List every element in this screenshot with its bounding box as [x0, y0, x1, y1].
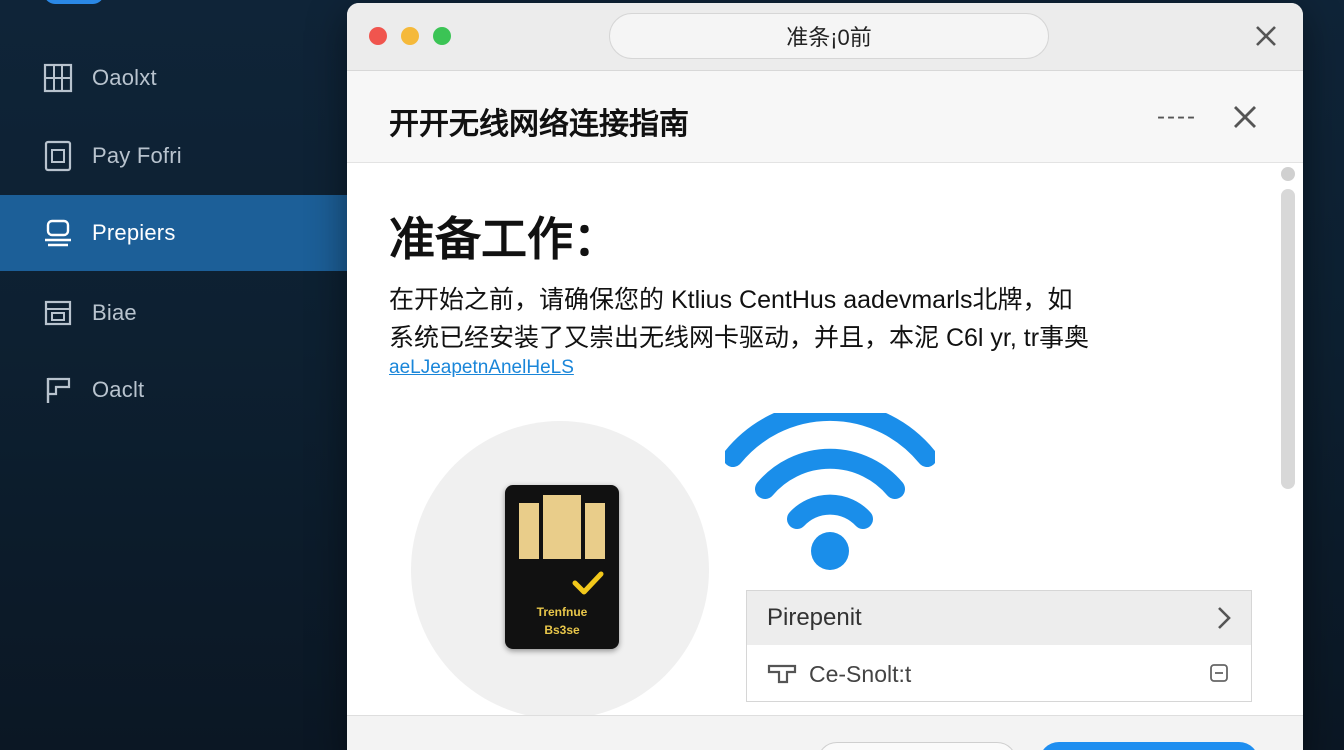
dialog-window: 准条¡0前 开开无线网络连接指南 ---- 准备工作： 在开始之前，请确保您的 … [347, 3, 1303, 750]
document-icon [40, 140, 76, 172]
info-icon [1210, 664, 1228, 682]
close-icon[interactable] [1249, 19, 1283, 53]
minimize-button[interactable]: ---- [1157, 103, 1197, 131]
dialog-close-icon[interactable] [1229, 101, 1261, 133]
sidebar-item-label: Prepiers [92, 220, 176, 245]
zoom-traffic-light[interactable] [433, 27, 451, 45]
section-heading: 准备工作： [389, 213, 619, 265]
sidebar-item-pay-fofri[interactable]: Pay Fofri [0, 118, 347, 194]
dialog-content: 准备工作： 在开始之前，请确保您的 Ktlius CentHus aadevma… [347, 163, 1303, 750]
card-contacts-icon [519, 495, 605, 559]
paragraph-line: 系统已经安装了又崇出无线网卡驱动，并且，本泥 C6l yr, tr事奥 [389, 324, 1090, 352]
sidebar-item-prepiers[interactable]: Prepiers [0, 195, 347, 271]
close-traffic-light[interactable] [369, 27, 387, 45]
secondary-button[interactable] [817, 742, 1017, 750]
dialog-title: 开开无线网络连接指南 [389, 108, 689, 141]
sidebar-item-oaolxt[interactable]: Oaolxt [0, 40, 347, 116]
card-label-line1: Trenfnue [536, 605, 588, 619]
wireless-card-illustration: Trenfnue Bs3se [505, 485, 619, 649]
grid-icon [40, 62, 76, 94]
connection-row[interactable]: Ce-Snolt:t [747, 647, 1251, 701]
card-label-line2: Bs3se [544, 623, 580, 637]
address-bar-title: 准条¡0前 [786, 25, 872, 50]
scroll-up-button[interactable] [1281, 167, 1295, 181]
row-label: Ce-Snolt:t [809, 660, 912, 687]
scrollbar-thumb[interactable] [1281, 189, 1295, 489]
device-icon [40, 217, 76, 249]
dialog-footer [347, 715, 1303, 750]
minimize-traffic-light[interactable] [401, 27, 419, 45]
sidebar-item-label: Oaclt [92, 377, 145, 402]
chevron-right-icon [1218, 607, 1231, 629]
wifi-icon [725, 413, 935, 570]
dialog-header: 开开无线网络连接指南 ---- [347, 71, 1303, 163]
sidebar-item-biae[interactable]: Biae [0, 275, 347, 351]
network-port-icon [767, 664, 797, 684]
sidebar-top-button[interactable] [44, 0, 104, 4]
row-label: Pirepenit [767, 604, 862, 631]
window-titlebar: 准条¡0前 [347, 3, 1303, 71]
sidebar-item-label: Pay Fofri [92, 143, 182, 168]
sidebar-item-label: Biae [92, 300, 137, 325]
primary-button[interactable] [1039, 742, 1259, 750]
intro-paragraph: 在开始之前，请确保您的 Ktlius CentHus aadevmarls北牌，… [389, 281, 1229, 357]
sidebar: Oaolxt Pay Fofri Prepiers Biae Oaclt [0, 0, 347, 750]
sidebar-item-label: Oaolxt [92, 65, 157, 90]
address-bar[interactable]: 准条¡0前 [609, 13, 1049, 59]
checkmark-icon [572, 571, 604, 595]
flag-icon [40, 374, 76, 406]
tray-icon [40, 297, 76, 329]
sidebar-item-oaclt[interactable]: Oaclt [0, 352, 347, 428]
paragraph-line: 在开始之前，请确保您的 Ktlius CentHus aadevmarls北牌，… [389, 286, 1073, 314]
prerequisite-row[interactable]: Pirepenit [747, 591, 1251, 645]
help-link[interactable]: aeLJeapetnAnelHeLS [389, 357, 574, 379]
settings-panel: Pirepenit Ce-Snolt:t [746, 590, 1252, 702]
